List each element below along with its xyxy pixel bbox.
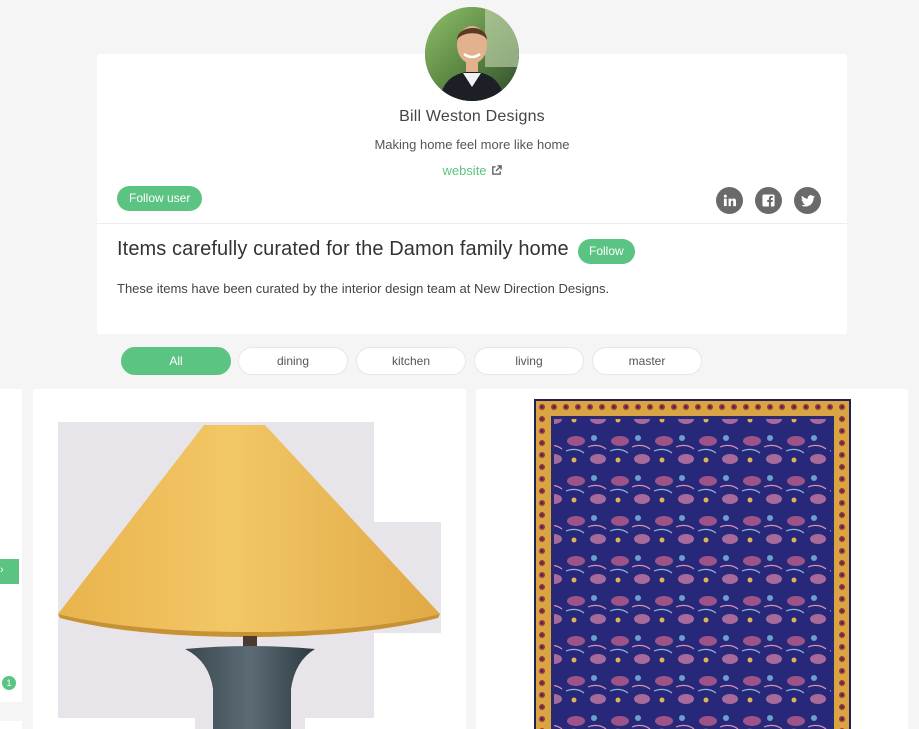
website-link-container: website (97, 163, 847, 179)
divider (97, 223, 847, 224)
profile-name: Bill Weston Designs (399, 108, 545, 125)
table-lamp-image (58, 422, 441, 729)
card-tag[interactable]: › (0, 559, 19, 584)
collection-title: Items carefully curated for the Damon fa… (117, 238, 569, 260)
count-badge: 1 (2, 676, 16, 690)
product-card-rug[interactable] (476, 389, 908, 729)
profile-tagline: Making home feel more like home (374, 137, 570, 152)
filter-tab-dining[interactable]: dining (238, 347, 348, 375)
avatar[interactable] (425, 7, 519, 101)
external-link-icon (491, 164, 502, 179)
follow-collection-button[interactable]: Follow (578, 239, 635, 264)
linkedin-icon[interactable] (716, 187, 743, 214)
product-card-partial[interactable]: › 1 (0, 389, 22, 702)
filter-tab-all[interactable]: All (121, 347, 231, 375)
card-tag-text: › (0, 564, 4, 576)
facebook-icon[interactable] (755, 187, 782, 214)
filter-tab-master[interactable]: master (592, 347, 702, 375)
filter-tab-living[interactable]: living (474, 347, 584, 375)
website-link[interactable]: website (442, 163, 502, 179)
product-card-partial-lower[interactable] (0, 721, 22, 729)
collection-description: These items have been curated by the int… (117, 281, 610, 296)
website-label: website (442, 163, 487, 178)
filter-tab-kitchen[interactable]: kitchen (356, 347, 466, 375)
follow-user-button[interactable]: Follow user (117, 186, 203, 211)
product-card-lamp[interactable] (33, 389, 466, 729)
persian-rug-image (534, 399, 851, 729)
twitter-icon[interactable] (794, 187, 821, 214)
